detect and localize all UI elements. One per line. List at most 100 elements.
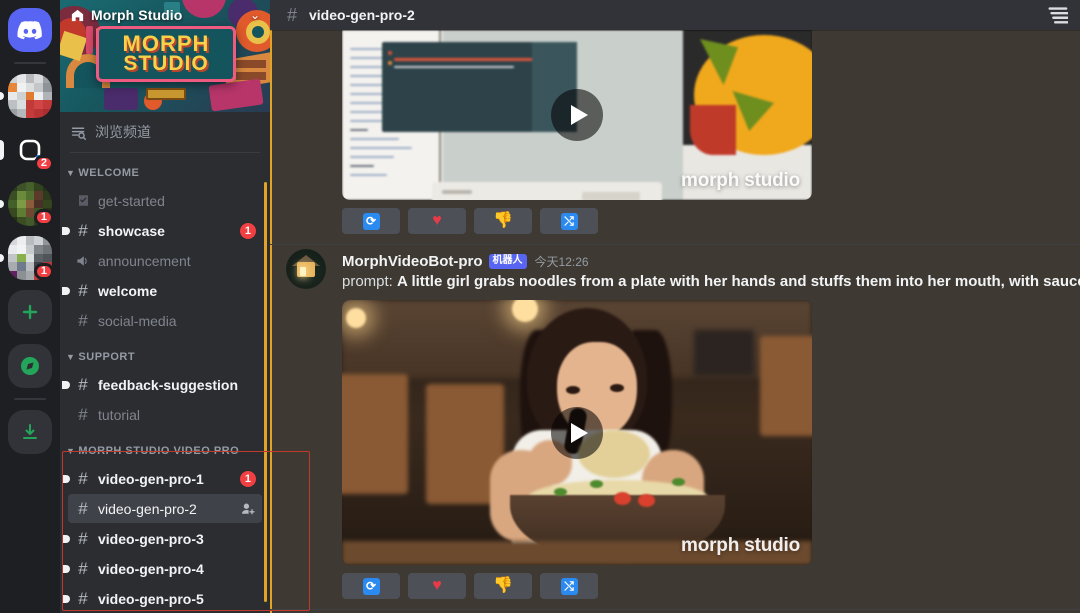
like-button[interactable]: ♥ — [408, 573, 466, 599]
unread-indicator — [62, 535, 70, 543]
sidebar-item-welcome[interactable]: # welcome — [68, 276, 262, 305]
hash-icon: # — [74, 375, 92, 395]
sidebar-item-video-gen-pro-2[interactable]: # video-gen-pro-2 — [68, 494, 262, 523]
dislike-button[interactable]: 👎 — [474, 573, 532, 599]
message-action-row[interactable]: ⟳ ♥ 👎 ⤭ — [270, 565, 1080, 609]
message-timestamp: 今天12:26 — [535, 253, 589, 270]
sidebar-item-tutorial[interactable]: # tutorial — [68, 400, 262, 429]
compass-icon[interactable] — [8, 344, 52, 388]
channel-label: announcement — [98, 253, 191, 269]
logo-line-2: STUDIO — [123, 54, 208, 74]
chevron-down-icon[interactable]: ⌄ — [250, 8, 260, 22]
server-icon-1[interactable] — [0, 72, 60, 120]
channel-topbar: # video-gen-pro-2 — [270, 0, 1080, 30]
shuffle-button[interactable]: ⤭ — [540, 208, 598, 234]
unread-indicator — [62, 287, 70, 295]
like-button[interactable]: ♥ — [408, 208, 466, 234]
play-button[interactable] — [551, 89, 603, 141]
chevron-down-icon: ▼ — [66, 446, 75, 456]
browse-channels-icon — [70, 124, 87, 141]
sidebar-item-video-gen-pro-1[interactable]: # video-gen-pro-1 1 — [68, 464, 262, 493]
announcement-icon — [74, 253, 92, 269]
rail-divider-2 — [14, 398, 46, 400]
sidebar-item-video-gen-pro-3[interactable]: # video-gen-pro-3 — [68, 524, 262, 553]
server-icon-3[interactable]: 1 — [0, 180, 60, 228]
video-attachment[interactable]: morph studio — [342, 30, 812, 200]
shuffle-button[interactable]: ⤭ — [540, 573, 598, 599]
hash-icon: # — [74, 405, 92, 425]
server-icon-2[interactable]: 2 — [0, 126, 60, 174]
sidebar-item-announcement[interactable]: announcement — [68, 246, 262, 275]
video-attachment[interactable]: morph studio — [342, 300, 812, 565]
play-button[interactable] — [551, 407, 603, 459]
explore-servers-button[interactable] — [0, 342, 60, 390]
thumbs-down-icon: 👎 — [493, 213, 513, 229]
unread-indicator — [62, 227, 70, 235]
logo-line-1: MORPH — [123, 34, 210, 55]
sidebar-scrollbar[interactable] — [264, 182, 267, 602]
unread-badge: 1 — [240, 223, 256, 239]
regenerate-button[interactable]: ⟳ — [342, 208, 400, 234]
prompt-prefix: prompt: — [342, 273, 397, 290]
prompt-text: A little girl grabs noodles from a plate… — [397, 273, 1080, 290]
sidebar-item-showcase[interactable]: # showcase 1 — [68, 216, 262, 245]
dislike-button[interactable]: 👎 — [474, 208, 532, 234]
rail-divider — [14, 62, 46, 64]
message-list[interactable]: morph studio ⟳ ♥ 👎 ⤭ — [270, 30, 1080, 613]
page-title: video-gen-pro-2 — [309, 7, 415, 23]
channel-label: video-gen-pro-2 — [98, 501, 197, 517]
hash-icon: # — [74, 311, 92, 331]
heart-icon: ♥ — [432, 213, 442, 229]
channel-label: video-gen-pro-1 — [98, 471, 204, 487]
topbar-actions[interactable] — [1046, 5, 1068, 25]
message-item-partial: morph studio ⟳ ♥ 👎 ⤭ — [270, 30, 1080, 244]
home-button[interactable] — [0, 6, 60, 54]
server-rail: 2 1 1 — [0, 0, 60, 613]
add-member-icon[interactable] — [240, 501, 256, 517]
sidebar-item-video-gen-pro-4[interactable]: # video-gen-pro-4 — [68, 554, 262, 583]
channel-list[interactable]: ▼ WELCOME get-started # showcase 1 annou… — [60, 153, 270, 613]
sidebar-item-feedback-suggestion[interactable]: # feedback-suggestion — [68, 370, 262, 399]
channel-label: social-media — [98, 313, 177, 329]
bot-badge: 机器人 — [489, 254, 527, 269]
threads-icon[interactable] — [1046, 5, 1068, 25]
sidebar-item-social-media[interactable]: # social-media — [68, 306, 262, 335]
browse-channels-button[interactable]: 浏览频道 — [60, 112, 270, 152]
add-server-button[interactable] — [0, 288, 60, 336]
avatar[interactable] — [286, 249, 326, 289]
channel-label: feedback-suggestion — [98, 377, 238, 393]
category-morph-studio-video-pro[interactable]: ▼ MORPH STUDIO VIDEO PRO — [60, 439, 270, 463]
hash-icon: # — [74, 499, 92, 519]
channel-label: welcome — [98, 283, 157, 299]
shuffle-icon: ⤭ — [561, 578, 578, 595]
regenerate-button[interactable]: ⟳ — [342, 573, 400, 599]
channel-label: video-gen-pro-5 — [98, 591, 204, 607]
sidebar-item-video-gen-pro-5[interactable]: # video-gen-pro-5 — [68, 584, 262, 613]
server-avatar-1[interactable] — [8, 74, 52, 118]
unread-indicator — [62, 475, 70, 483]
category-label: WELCOME — [78, 167, 139, 179]
guild-header[interactable]: Morph Studio ⌄ — [60, 0, 270, 30]
hash-icon: # — [74, 281, 92, 301]
server-icon-4[interactable]: 1 — [0, 234, 60, 282]
download-icon[interactable] — [8, 410, 52, 454]
category-support[interactable]: ▼ SUPPORT — [60, 345, 270, 369]
download-apps-button[interactable] — [0, 408, 60, 456]
sidebar-item-get-started[interactable]: get-started — [68, 186, 262, 215]
category-welcome[interactable]: ▼ WELCOME — [60, 161, 270, 185]
message-prompt: prompt: A little girl grabs noodles from… — [270, 270, 1080, 296]
refresh-icon: ⟳ — [363, 213, 380, 230]
unread-indicator — [62, 381, 70, 389]
message-action-row[interactable]: ⟳ ♥ 👎 ⤭ — [270, 200, 1080, 244]
guild-logo: MORPH STUDIO — [96, 26, 236, 82]
chevron-down-icon: ▼ — [66, 352, 75, 362]
unread-indicator — [62, 595, 70, 603]
hash-icon: # — [282, 5, 302, 26]
unread-indicator — [62, 565, 70, 573]
guild-banner[interactable]: MORPH STUDIO Morph Studio ⌄ — [60, 0, 270, 112]
shuffle-icon: ⤭ — [561, 213, 578, 230]
plus-icon[interactable] — [8, 290, 52, 334]
message-author[interactable]: MorphVideoBot-pro — [342, 253, 483, 270]
discord-home-icon[interactable] — [8, 8, 52, 52]
channel-label: showcase — [98, 223, 165, 239]
